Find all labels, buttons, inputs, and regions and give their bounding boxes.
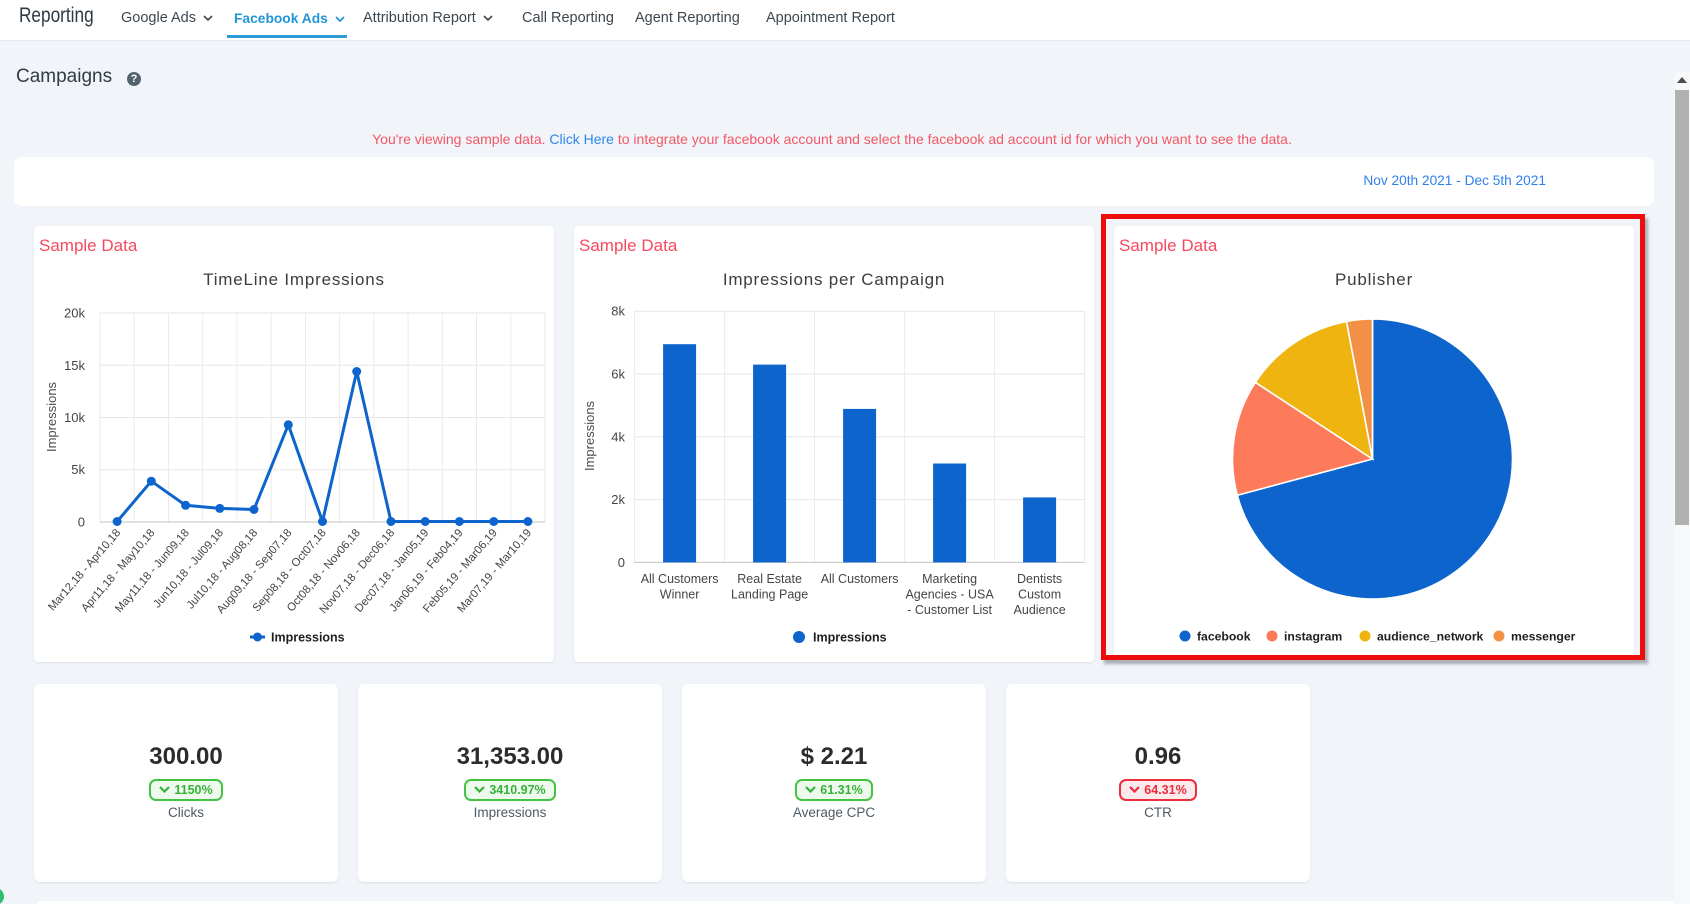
svg-text:Landing Page: Landing Page [731, 588, 808, 602]
svg-text:Audience: Audience [1014, 603, 1066, 617]
svg-text:20k: 20k [64, 306, 85, 321]
svg-text:Impressions: Impressions [813, 631, 887, 645]
svg-text:10k: 10k [64, 410, 85, 425]
svg-text:0: 0 [78, 515, 85, 530]
svg-text:Impressions: Impressions [582, 400, 597, 471]
svg-text:Real Estate: Real Estate [737, 572, 802, 586]
svg-text:Winner: Winner [660, 588, 700, 602]
svg-text:Impressions: Impressions [44, 381, 59, 452]
svg-text:Marketing: Marketing [922, 572, 977, 586]
svg-text:Dentists: Dentists [1017, 572, 1062, 586]
svg-text:15k: 15k [64, 358, 85, 373]
svg-text:Impressions: Impressions [271, 631, 345, 645]
svg-text:0: 0 [618, 555, 625, 570]
svg-text:- Customer List: - Customer List [907, 603, 992, 617]
svg-text:Custom: Custom [1018, 588, 1061, 602]
svg-text:All Customers: All Customers [641, 572, 719, 586]
svg-text:8k: 8k [611, 304, 625, 319]
svg-text:2k: 2k [611, 492, 625, 507]
svg-text:Agencies - USA: Agencies - USA [905, 588, 994, 602]
svg-text:4k: 4k [611, 429, 625, 444]
svg-text:6k: 6k [611, 367, 625, 382]
svg-text:All Customers: All Customers [821, 572, 899, 586]
svg-text:5k: 5k [71, 462, 85, 477]
